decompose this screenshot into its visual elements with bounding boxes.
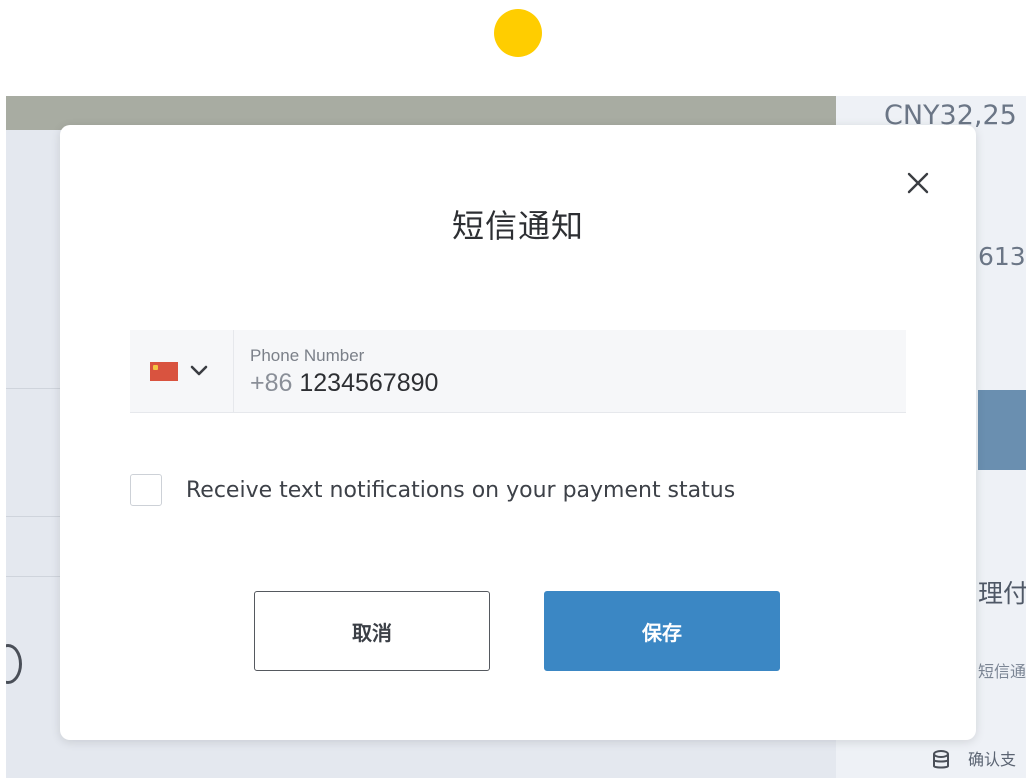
dialog-title: 短信通知	[451, 207, 584, 245]
backdrop-section-heading: 理付款	[978, 579, 1026, 608]
phone-number-label: Phone Number	[250, 346, 365, 365]
china-flag-icon	[150, 361, 178, 381]
backdrop-confirm-text: 确认支	[968, 750, 1017, 769]
sms-consent-label: Receive text notifications on your payme…	[186, 477, 736, 503]
phone-number-input[interactable]	[299, 369, 600, 398]
sms-consent-checkbox[interactable]	[130, 474, 162, 506]
phone-country-prefix: +86	[250, 369, 293, 397]
save-button[interactable]: 保存	[544, 591, 780, 671]
sms-notification-dialog: 短信通知 Phone Number +86 Receive text notif…	[60, 125, 976, 740]
backdrop-sms-link: 短信通	[978, 662, 1026, 681]
close-icon	[907, 172, 929, 194]
backdrop-pay-button	[978, 390, 1026, 470]
cancel-button[interactable]: 取消	[254, 591, 490, 671]
close-button[interactable]	[900, 165, 936, 201]
country-code-select[interactable]	[130, 330, 234, 412]
phone-number-row: Phone Number +86	[130, 330, 906, 413]
chevron-down-icon	[190, 365, 208, 376]
phone-number-field[interactable]: Phone Number +86	[234, 330, 906, 412]
database-icon	[933, 750, 949, 769]
sms-consent-row: Receive text notifications on your payme…	[130, 474, 735, 506]
backdrop-number: 613	[978, 242, 1026, 271]
yellow-status-dot	[494, 9, 542, 57]
backdrop-partial-circle	[6, 644, 22, 684]
